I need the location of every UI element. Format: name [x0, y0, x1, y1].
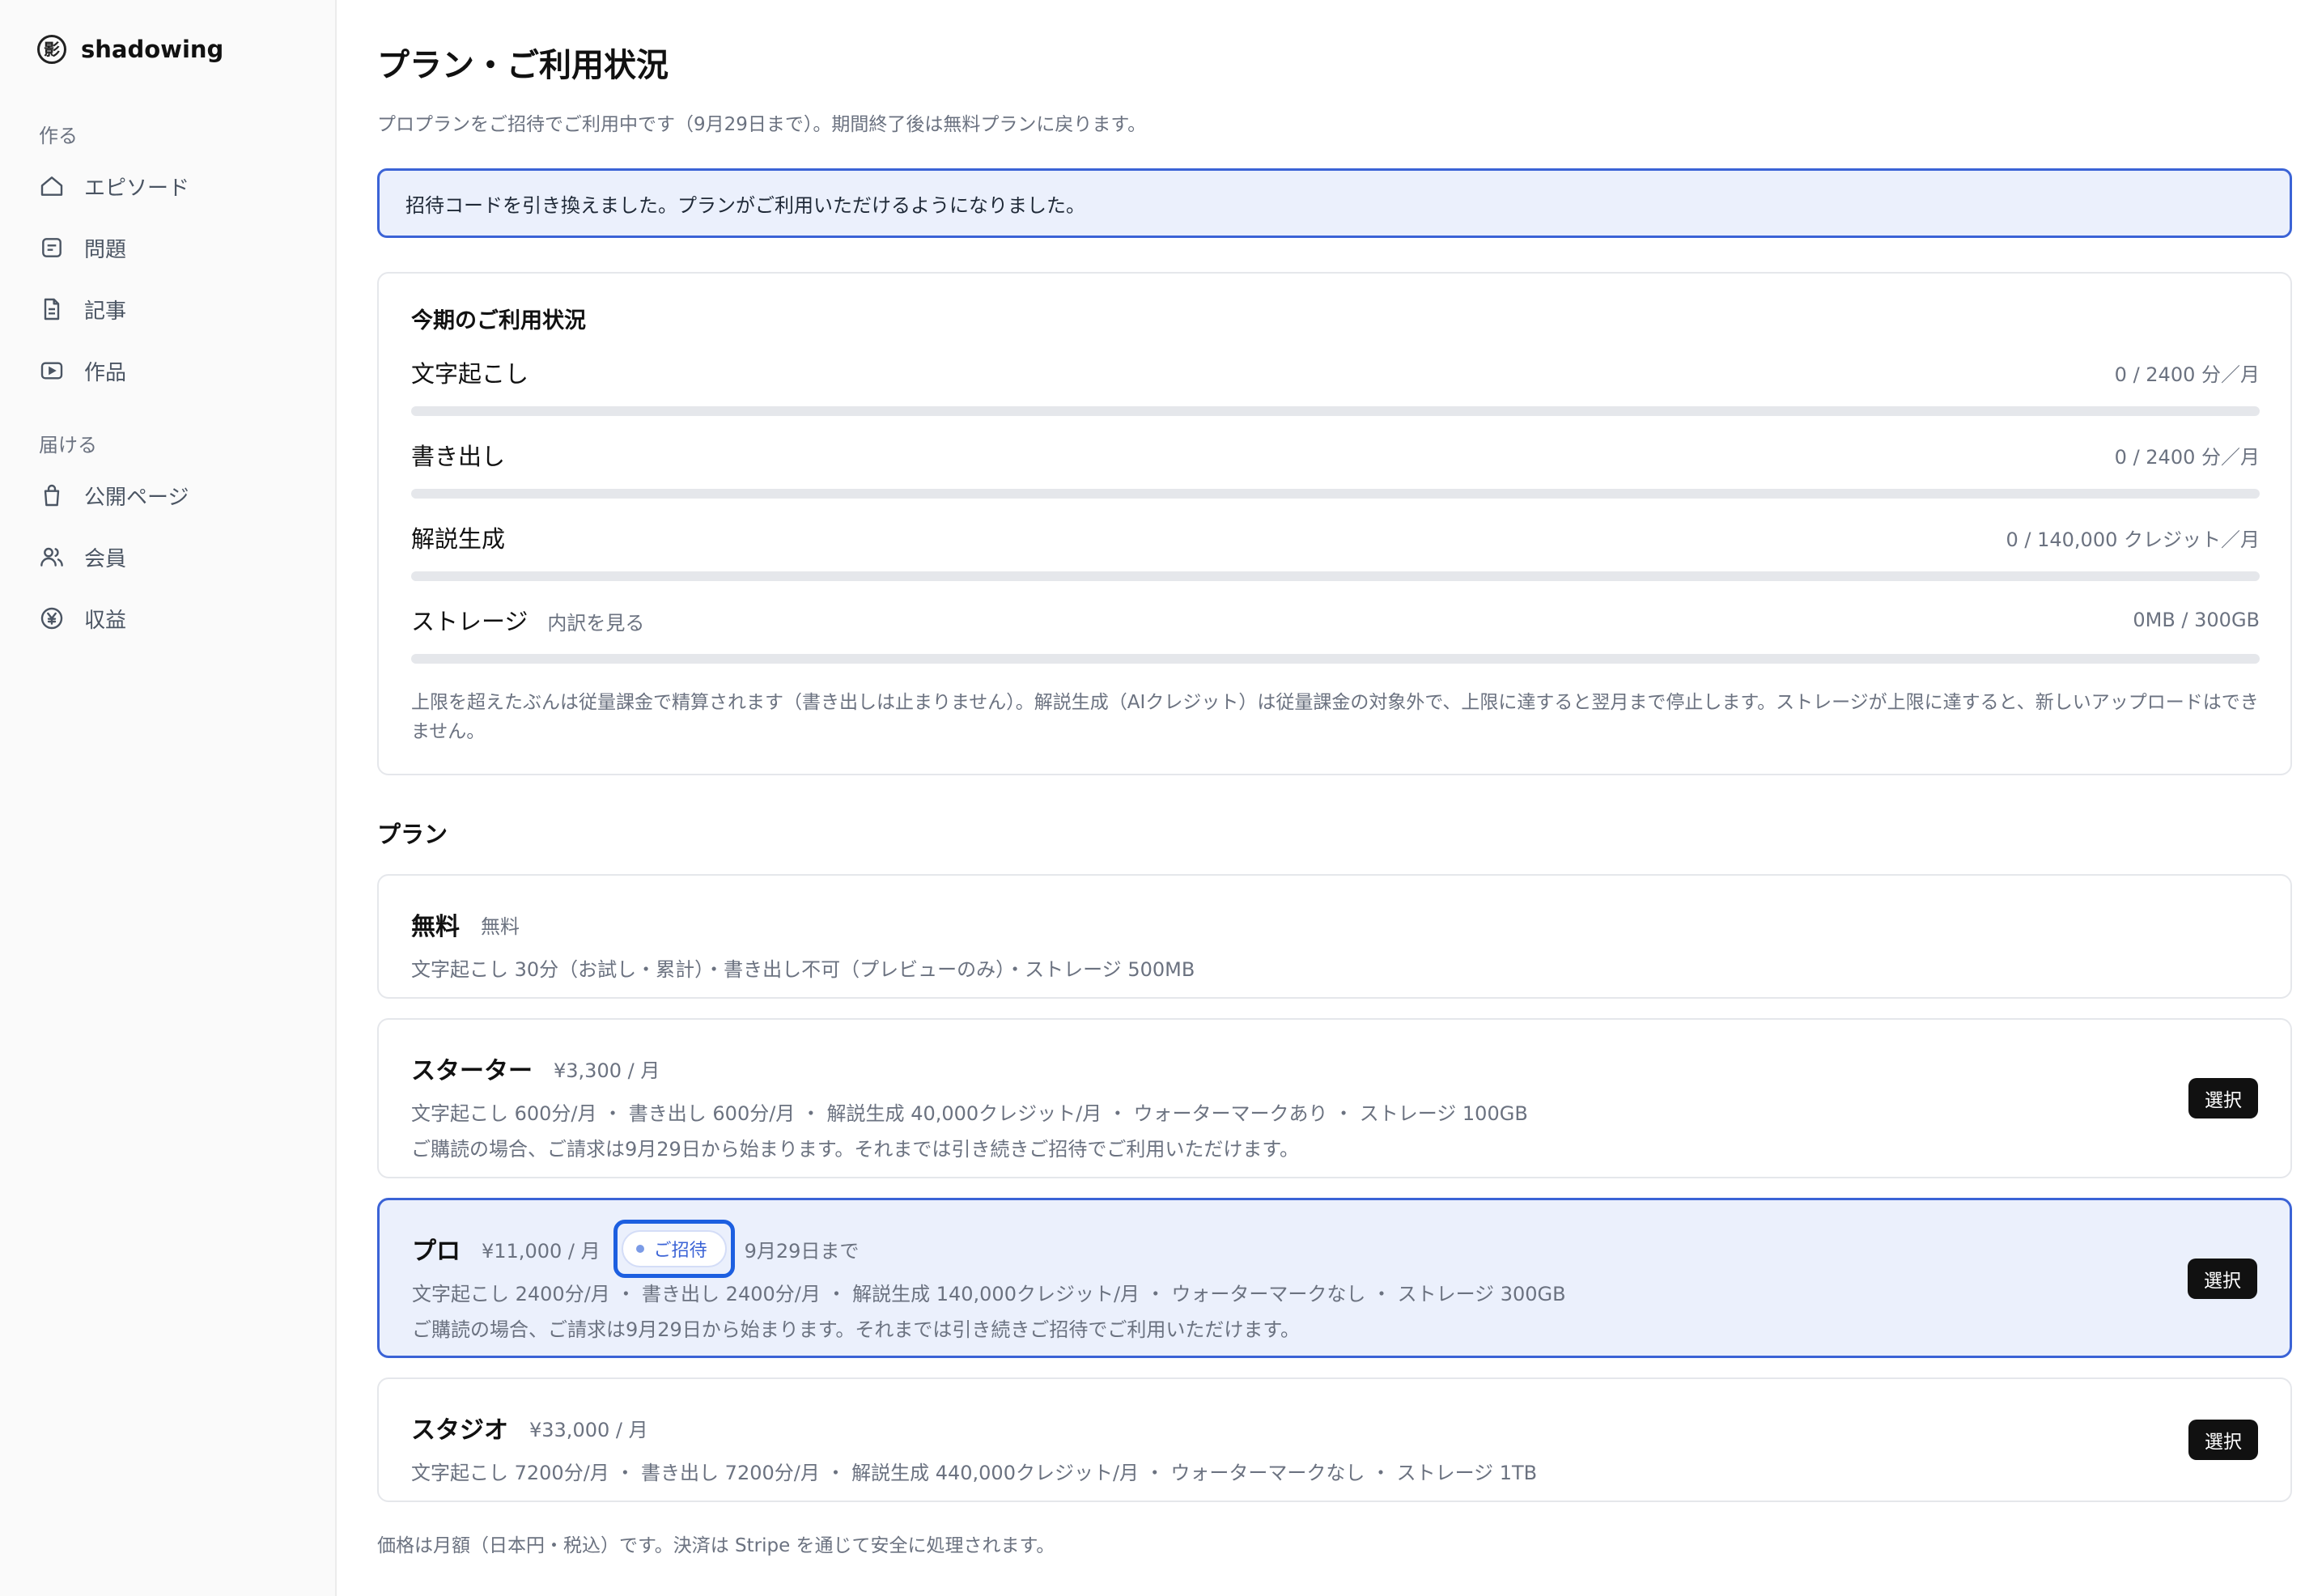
play-icon	[40, 362, 63, 380]
plan-name: プロ	[412, 1237, 461, 1266]
sidebar-item-public-page[interactable]: 公開ページ	[39, 476, 189, 515]
plan-features: 文字起こし 2400分/月 ・ 書き出し 2400分/月 ・ 解説生成 140,…	[412, 1283, 1566, 1305]
usage-meter-storage: ストレージ 内訳を見る 0MB / 300GB	[411, 604, 2260, 664]
brand-name: shadowing	[81, 36, 224, 63]
users-icon	[40, 547, 63, 567]
list-icon	[42, 238, 62, 257]
meter-label: 書き出し	[411, 443, 506, 470]
select-starter-button[interactable]: 選択	[2188, 1078, 2258, 1118]
plan-billing-note: ご購読の場合、ご請求は9月29日から始まります。それまでは引き続きご招待でご利用…	[411, 1138, 1300, 1161]
usage-meter-commentary: 解説生成 0 / 140,000 クレジット／月	[411, 521, 2260, 581]
sidebar-item-members[interactable]: 会員	[39, 537, 126, 576]
usage-title: 今期のご利用状況	[411, 308, 586, 333]
sidebar-section-create: 作る	[39, 125, 78, 147]
select-pro-button[interactable]: 選択	[2188, 1259, 2257, 1299]
plan-features: 文字起こし 600分/月 ・ 書き出し 600分/月 ・ 解説生成 40,000…	[411, 1102, 1528, 1125]
meter-label: ストレージ	[411, 608, 528, 635]
sidebar-item-label: 記事	[84, 299, 127, 324]
plan-features: 文字起こし 30分（お試し・累計）・書き出し不可（プレビューのみ）・ストレージ …	[411, 958, 1195, 981]
invite-badge: ご招待	[621, 1230, 727, 1267]
meter-value: 0 / 140,000 クレジット／月	[2006, 528, 2260, 551]
plan-card-studio: スタジオ ¥33,000 / 月 文字起こし 7200分/月 ・ 書き出し 72…	[377, 1377, 2292, 1502]
meter-track	[411, 571, 2260, 581]
sidebar-item-label: 問題	[84, 237, 127, 262]
usage-note: 上限を超えたぶんは従量課金で精算されます（書き出しは止まりません）。解説生成（A…	[411, 692, 2259, 742]
sidebar-section-deliver: 届ける	[39, 434, 97, 456]
plan-name: スターター	[411, 1057, 533, 1085]
sidebar: 影 shadowing 作る エピソード 問題 記事 作品 届ける 公開ページ …	[0, 0, 337, 1596]
page-subtitle: プロプランをご招待でご利用中です（9月29日まで）。期間終了後は無料プランに戻り…	[377, 114, 1147, 135]
dot-icon	[635, 1245, 644, 1253]
brand[interactable]: 影 shadowing	[37, 32, 223, 66]
sidebar-item-articles[interactable]: 記事	[39, 290, 126, 329]
plan-until: 9月29日まで	[744, 1239, 860, 1263]
sidebar-item-label: 作品	[84, 360, 127, 385]
usage-card: 今期のご利用状況 文字起こし 0 / 2400 分／月 書き出し 0 / 240…	[377, 272, 2292, 775]
sidebar-item-label: エピソード	[84, 176, 190, 201]
sidebar-item-works[interactable]: 作品	[39, 351, 126, 390]
meter-track	[411, 654, 2260, 664]
plan-name: スタジオ	[411, 1416, 508, 1445]
invite-badge-highlight: ご招待	[613, 1220, 735, 1278]
home-icon	[40, 176, 63, 196]
meter-value: 0MB / 300GB	[2133, 609, 2260, 631]
plan-price: 無料	[481, 915, 520, 938]
select-studio-button[interactable]: 選択	[2188, 1420, 2258, 1460]
sidebar-item-episodes[interactable]: エピソード	[39, 167, 189, 206]
success-notice: 招待コードを引き換えました。プランがご利用いただけるようになりました。	[377, 168, 2292, 238]
plan-features: 文字起こし 7200分/月 ・ 書き出し 7200分/月 ・ 解説生成 440,…	[411, 1462, 1538, 1484]
plan-name: 無料	[411, 913, 460, 941]
invite-badge-label: ご招待	[653, 1241, 707, 1261]
bag-icon	[44, 484, 60, 507]
brand-logo-icon: 影	[37, 35, 66, 64]
sidebar-item-revenue[interactable]: 収益	[39, 599, 126, 638]
plan-price: ¥33,000 / 月	[529, 1418, 648, 1441]
plan-card-free: 無料 無料 文字起こし 30分（お試し・累計）・書き出し不可（プレビューのみ）・…	[377, 874, 2292, 999]
footer-note: 価格は月額（日本円・税込）です。決済は Stripe を通じて安全に処理されます…	[377, 1535, 1055, 1556]
plan-price: ¥11,000 / 月	[482, 1239, 601, 1263]
plans-heading: プラン	[377, 821, 448, 848]
sidebar-item-label: 公開ページ	[84, 485, 189, 510]
usage-meter-transcription: 文字起こし 0 / 2400 分／月	[411, 356, 2260, 416]
page-title: プラン・ご利用状況	[377, 47, 669, 84]
plan-price: ¥3,300 / 月	[554, 1059, 660, 1082]
plan-billing-note: ご購読の場合、ご請求は9月29日から始まります。それまでは引き続きご招待でご利用…	[412, 1318, 1301, 1341]
meter-label: 解説生成	[411, 525, 506, 553]
sidebar-item-label: 収益	[84, 608, 127, 633]
meter-value: 0 / 2400 分／月	[2114, 445, 2260, 469]
meter-track	[411, 406, 2260, 416]
meter-track	[411, 489, 2260, 499]
yen-icon	[40, 607, 63, 630]
plan-card-pro: プロ ¥11,000 / 月 ご招待 9月29日まで 文字起こし 2400分/月…	[377, 1198, 2292, 1358]
usage-meter-export: 書き出し 0 / 2400 分／月	[411, 439, 2260, 499]
sidebar-item-questions[interactable]: 問題	[39, 228, 126, 267]
plan-card-starter: スターター ¥3,300 / 月 文字起こし 600分/月 ・ 書き出し 600…	[377, 1018, 2292, 1178]
meter-value: 0 / 2400 分／月	[2114, 363, 2260, 386]
document-icon	[44, 298, 60, 320]
meter-label: 文字起こし	[411, 360, 529, 388]
storage-breakdown-link[interactable]: 内訳を見る	[547, 607, 644, 635]
sidebar-item-label: 会員	[84, 546, 127, 571]
